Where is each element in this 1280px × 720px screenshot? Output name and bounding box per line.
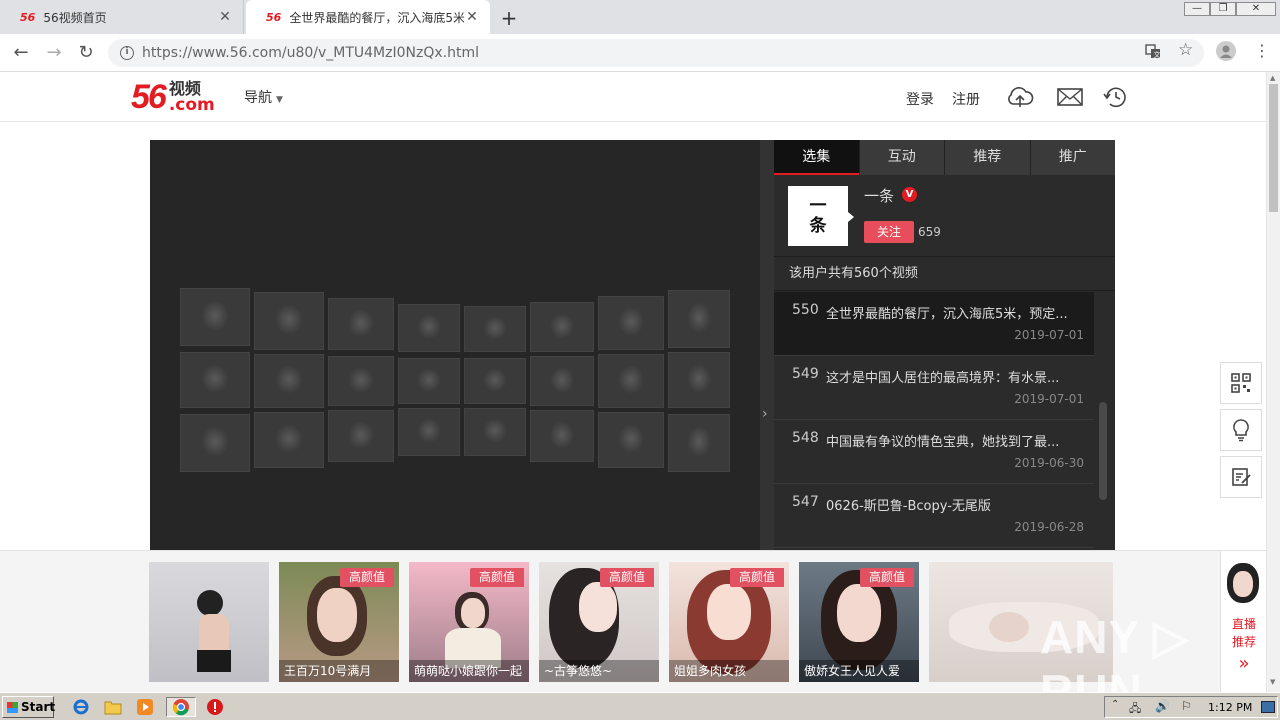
site-info-icon[interactable]: i [120, 46, 134, 60]
back-icon[interactable]: ← [10, 42, 32, 64]
chevron-down-icon: ▼ [276, 95, 283, 105]
edit-note-icon [1232, 468, 1251, 486]
reload-icon[interactable]: ↻ [75, 42, 97, 64]
list-scrollbar[interactable] [1099, 402, 1107, 500]
list-item[interactable]: 550 全世界最酷的餐厅，沉入海底5米，预定... 2019-07-01 [774, 292, 1094, 356]
site-header: 56 视频 .com 导航 ▼ 登录 注册 [0, 72, 1266, 122]
new-tab-button[interactable]: + [498, 6, 520, 30]
folder-icon[interactable] [102, 697, 124, 717]
restore-button[interactable]: ❐ [1210, 2, 1236, 16]
panel-collapse-handle[interactable]: › [760, 140, 774, 550]
uploader-card: 一 条 一条 V 关注 659 [774, 175, 1115, 257]
browser-menu-icon[interactable]: ⋮ [1254, 41, 1270, 60]
list-item[interactable]: 548 中国最有争议的情色宝典，她找到了最... 2019-06-30 [774, 420, 1094, 484]
volume-icon[interactable]: 🔊 [1155, 699, 1170, 713]
media-player-icon[interactable] [134, 697, 156, 717]
browser-tab-video[interactable]: 56 全世界最酷的餐厅，沉入海底5米，预 ✕ [246, 0, 490, 34]
feedback-button[interactable] [1220, 456, 1262, 498]
live-card-caption: 傲娇女王人见人爱 [799, 660, 919, 682]
forward-icon[interactable]: → [43, 42, 65, 64]
chrome-taskbar-button[interactable] [166, 697, 196, 717]
page-scrollbar[interactable]: ▲ ▼ [1266, 72, 1280, 692]
tab-recommend[interactable]: 推荐 [944, 140, 1030, 175]
video-list: 550 全世界最酷的餐厅，沉入海底5米，预定... 2019-07-01 549… [774, 292, 1094, 548]
url-text: https://www.56.com/u80/v_MTU4MzI0NzQx.ht… [142, 45, 479, 61]
bookmark-star-icon[interactable]: ☆ [1178, 40, 1193, 60]
site-logo[interactable]: 56 视频 .com [131, 78, 215, 114]
avatar[interactable]: 一 条 [788, 186, 854, 246]
start-button[interactable]: Start [2, 696, 55, 718]
ie-icon[interactable] [70, 697, 92, 717]
tips-button[interactable] [1220, 409, 1262, 451]
live-card-caption: 萌萌哒小娘跟你一起 [409, 660, 529, 682]
lightbulb-icon [1233, 419, 1249, 442]
live-card[interactable]: 高颜值 ~古筝悠悠~ [539, 562, 659, 682]
status-badge: 高颜值 [729, 568, 784, 587]
list-item[interactable]: 547 0626-斯巴鲁-Bcopy-无尾版 2019-06-28 [774, 484, 1094, 548]
stop-icon[interactable] [204, 697, 226, 717]
profile-avatar-icon[interactable] [1216, 41, 1236, 65]
url-field[interactable]: i https://www.56.com/u80/v_MTU4MzI0NzQx.… [108, 39, 1204, 67]
follow-button[interactable]: 关注 [864, 221, 914, 243]
video-poster [180, 288, 730, 520]
uploader-name[interactable]: 一条 [864, 185, 894, 206]
live-card[interactable]: 高颜值 傲娇女王人见人爱 [799, 562, 919, 682]
follower-count: 659 [918, 225, 941, 239]
browser-tab-home[interactable]: 56 56视频首页 ✕ [0, 0, 244, 34]
clock: 1:12 PM [1208, 701, 1253, 714]
live-card[interactable] [149, 562, 269, 682]
history-icon[interactable] [1101, 82, 1131, 112]
svg-text:文: 文 [1154, 50, 1161, 59]
translate-icon[interactable]: 文 [1145, 43, 1161, 63]
show-desktop-icon[interactable] [1261, 701, 1275, 713]
side-tabs: 选集 互动 推荐 推广 [774, 140, 1115, 175]
tab-promote[interactable]: 推广 [1029, 140, 1115, 175]
live-card-caption: 王百万10号满月 [279, 660, 399, 682]
live-card-caption: ~古筝悠悠~ [539, 660, 659, 682]
tab-interact[interactable]: 互动 [858, 140, 944, 175]
episode-side-panel: 选集 互动 推荐 推广 一 条 一条 V 关注 659 该用户共有560个视频 … [774, 140, 1115, 550]
live-card[interactable]: 高颜值 萌萌哒小娘跟你一起 [409, 562, 529, 682]
verified-icon: V [902, 187, 917, 202]
nav-dropdown[interactable]: 导航 ▼ [244, 87, 283, 107]
video-total-count: 该用户共有560个视频 [774, 257, 1115, 291]
status-badge: 高颜值 [859, 568, 914, 587]
chrome-icon [172, 699, 189, 716]
browser-tab-bar: 56 56视频首页 ✕ 56 全世界最酷的餐厅，沉入海底5米，预 ✕ + — ❐… [0, 0, 1280, 34]
tab-episodes[interactable]: 选集 [774, 140, 859, 175]
tray-expand-icon[interactable]: ⌃ [1111, 699, 1119, 710]
close-window-button[interactable]: ✕ [1236, 2, 1276, 16]
mail-icon[interactable] [1055, 82, 1085, 112]
tab-title: 全世界最酷的餐厅，沉入海底5米，预 [289, 10, 464, 25]
minimize-button[interactable]: — [1184, 2, 1210, 16]
login-link[interactable]: 登录 [906, 89, 934, 109]
close-tab-icon[interactable]: ✕ [464, 9, 480, 25]
register-link[interactable]: 注册 [952, 89, 980, 109]
network-icon[interactable]: 🖧 [1129, 700, 1141, 719]
status-badge: 高颜值 [599, 568, 654, 587]
scroll-thumb[interactable] [1269, 84, 1278, 212]
os-taskbar: Start ⌃ 🖧 🔊 ⚐ 1:12 PM [0, 692, 1280, 720]
tab-title: 56视频首页 [43, 10, 107, 25]
address-bar: ← → ↻ i https://www.56.com/u80/v_MTU4MzI… [0, 34, 1280, 72]
video-player[interactable] [150, 140, 760, 550]
qr-code-icon [1231, 373, 1251, 393]
status-badge: 高颜值 [469, 568, 524, 587]
site-favicon-icon: 56 [266, 10, 282, 24]
live-card-caption: 姐姐多肉女孩 [669, 660, 789, 682]
site-favicon-icon: 56 [20, 10, 36, 24]
scroll-up-icon[interactable]: ▲ [1270, 74, 1275, 82]
upload-cloud-icon[interactable] [1005, 82, 1035, 112]
close-tab-icon[interactable]: ✕ [217, 9, 233, 25]
live-card[interactable]: 高颜值 姐姐多肉女孩 [669, 562, 789, 682]
flag-icon[interactable]: ⚐ [1181, 699, 1192, 713]
list-item[interactable]: 549 这才是中国人居住的最高境界：有水景... 2019-07-01 [774, 356, 1094, 420]
live-card[interactable]: 高颜值 王百万10号满月 [279, 562, 399, 682]
qr-code-button[interactable] [1220, 362, 1262, 404]
status-badge: 高颜值 [339, 568, 394, 587]
chevron-right-icon: › [762, 406, 768, 422]
